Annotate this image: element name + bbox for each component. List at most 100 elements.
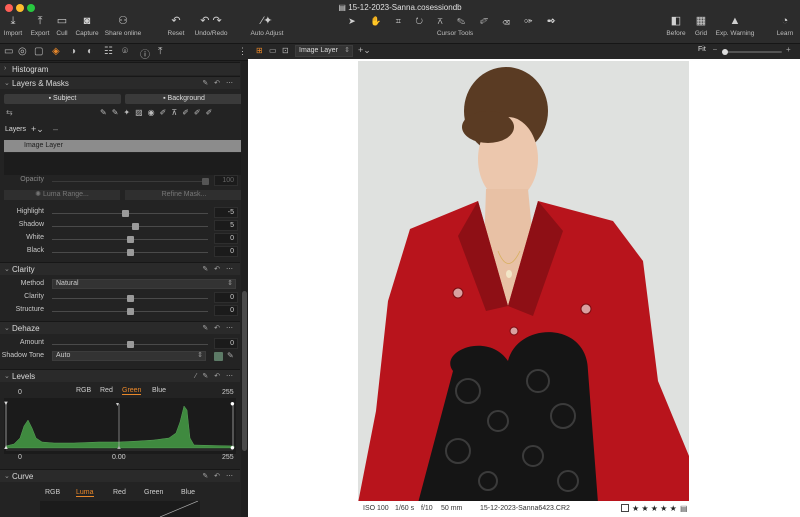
dehaze-amount-slider-knob[interactable] (127, 341, 134, 348)
add-layer-icon[interactable]: +⌄ (358, 45, 371, 56)
zoom-in-icon[interactable]: + (786, 45, 791, 54)
mask-subject-button[interactable]: ▪ Subject (4, 94, 121, 104)
reset-button[interactable]: ↶ Reset (165, 14, 187, 37)
cull-button[interactable]: ▭ Cull (54, 14, 70, 37)
remove-layer-button[interactable]: – (53, 124, 58, 134)
photo-preview[interactable] (358, 61, 689, 503)
color-tab-icon[interactable]: ◑ (70, 46, 76, 57)
shadow-tone-select[interactable]: Auto ⇕ (52, 351, 206, 361)
levels-channel-green[interactable]: Green (122, 387, 142, 395)
clarity-method-select[interactable]: Natural ⇕ (52, 279, 236, 289)
curve-channel-red[interactable]: Red (113, 489, 126, 496)
section-tools-icons[interactable]: ✎ ↶ ⋯ (202, 472, 235, 480)
structure-value[interactable]: 0 (214, 305, 238, 316)
before-button[interactable]: ◧ Before (664, 14, 688, 37)
panel-scrollbar[interactable] (241, 61, 248, 517)
dehaze-amount-slider[interactable] (52, 341, 208, 348)
grid-button[interactable]: ▦ Grid (692, 14, 710, 37)
curve-channel-rgb[interactable]: RGB (45, 489, 60, 496)
capture-button[interactable]: ◙ Capture (74, 14, 100, 37)
clarity-value[interactable]: 0 (214, 292, 238, 303)
output-tab-icon[interactable]: ⤒ (158, 46, 162, 57)
levels-output-high[interactable]: 255 (222, 454, 234, 461)
auto-adjust-button[interactable]: ⁄✦ Auto Adjust (249, 14, 285, 37)
levels-input-low-handle[interactable]: ▼ (3, 401, 9, 407)
capture-tab-icon[interactable]: ◎ (18, 46, 27, 57)
shadow-value[interactable]: 5 (214, 220, 238, 231)
section-tools-icons[interactable]: ✎ ↶ ⋯ (202, 324, 235, 332)
mask-background-button[interactable]: ▪ Background (125, 94, 243, 104)
levels-output-low-handle[interactable]: ▲ (3, 445, 9, 451)
levels-input-high-handle[interactable]: ● (230, 399, 235, 408)
section-tools-icons[interactable]: ✎ ↶ ⋯ (202, 265, 235, 273)
opacity-slider-knob[interactable] (201, 178, 209, 185)
levels-channel-rgb[interactable]: RGB (76, 387, 91, 394)
panel-scrollbar-thumb[interactable] (242, 291, 247, 451)
curve-section-header[interactable]: ⌄ Curve ✎ ↶ ⋯ (0, 469, 240, 482)
exposure-warning-button[interactable]: ▲ Exp. Warning (713, 14, 757, 37)
layers-tab-icon[interactable]: ◈ (52, 46, 60, 57)
clarity-slider[interactable] (52, 295, 208, 302)
levels-input-low[interactable]: 0 (18, 389, 22, 396)
luma-range-button[interactable]: ✺ Luma Range... (4, 190, 120, 200)
more-menu-icon[interactable]: ⋮ (238, 46, 247, 57)
select-checkbox[interactable] (621, 504, 629, 512)
highlight-slider-knob[interactable] (122, 210, 130, 217)
black-value[interactable]: 0 (214, 246, 238, 257)
histogram-section-header[interactable]: › Histogram (0, 62, 240, 75)
section-tools-icons[interactable]: ✎ ↶ ⋯ (202, 79, 235, 87)
dehaze-amount-value[interactable]: 0 (214, 338, 238, 349)
zoom-out-icon[interactable]: – (713, 46, 717, 53)
refine-mask-button[interactable]: Refine Mask... (125, 190, 243, 200)
curve-channel-blue[interactable]: Blue (181, 489, 195, 496)
clarity-slider-knob[interactable] (127, 295, 134, 302)
styles-tab-icon[interactable]: ☷ (104, 46, 113, 57)
black-slider[interactable] (52, 249, 208, 256)
white-value[interactable]: 0 (214, 233, 238, 244)
levels-midtone-value[interactable]: 0.00 (112, 454, 126, 461)
mask-tools-icons[interactable]: ✎✎✦▨◉✐⊼✐✐✐ (100, 108, 242, 118)
shadow-slider-knob[interactable] (131, 223, 139, 230)
structure-slider-knob[interactable] (127, 308, 134, 315)
star-rating[interactable]: ★ ★ ★ ★ ★ (632, 504, 677, 513)
levels-input-high[interactable]: 255 (222, 389, 234, 396)
opacity-value[interactable]: 100 (214, 175, 238, 186)
levels-midtone-top-handle[interactable]: ▾ (116, 401, 119, 408)
image-viewer[interactable]: ISO 100 1/60 s f/10 50 mm 15-12-2023-San… (248, 59, 800, 517)
library-tab-icon[interactable]: ▭ (4, 46, 13, 57)
zoom-slider-thumb[interactable] (722, 49, 728, 55)
opacity-slider[interactable] (52, 178, 209, 185)
levels-section-header[interactable]: ⌄ Levels ⁄ ✎ ↶ ⋯ (0, 369, 240, 382)
curve-graph[interactable] (40, 500, 200, 517)
section-tools-icons[interactable]: ⁄ ✎ ↶ ⋯ (195, 372, 235, 380)
levels-output-high-handle[interactable]: ● (230, 443, 235, 452)
levels-output-low[interactable]: 0 (18, 454, 22, 461)
structure-slider[interactable] (52, 308, 208, 315)
share-online-button[interactable]: ⚇ Share online (104, 14, 142, 37)
layers-masks-section-header[interactable]: ⌄ Layers & Masks ✎ ↶ ⋯ (0, 76, 240, 89)
black-slider-knob[interactable] (127, 249, 134, 256)
curve-channel-green[interactable]: Green (144, 489, 163, 496)
color-tag-icon[interactable]: ▤ (680, 504, 688, 513)
import-button[interactable]: ⤓ Import (3, 14, 23, 37)
add-layer-button[interactable]: +⌄ (31, 124, 44, 135)
clarity-section-header[interactable]: ⌄ Clarity ✎ ↶ ⋯ (0, 262, 240, 275)
dehaze-section-header[interactable]: ⌄ Dehaze ✎ ↶ ⋯ (0, 321, 240, 334)
lens-tab-icon[interactable]: ▢ (34, 46, 43, 57)
layer-select[interactable]: Image Layer ⇕ (295, 45, 353, 57)
layer-row-image-layer[interactable]: Image Layer (4, 140, 244, 152)
levels-histogram[interactable]: ▼ ▾ ● ▲ ▲ ● (3, 398, 236, 454)
cursor-tools-icons[interactable]: ➤ ✋ ⌗ ↻ ⊼ ✎ ✐ ⌫ ✑ ✒ (335, 14, 575, 28)
zoom-slider[interactable] (722, 49, 782, 55)
curve-channel-luma[interactable]: Luma (76, 489, 94, 497)
single-view-icon[interactable]: ▭ (269, 46, 277, 55)
highlight-value[interactable]: -5 (214, 207, 238, 218)
levels-midtone-handle[interactable]: ▲ (116, 445, 122, 451)
exposure-tab-icon[interactable]: ◐ (87, 46, 93, 57)
details-tab-icon[interactable]: ⌾ (122, 46, 128, 57)
white-slider[interactable] (52, 236, 208, 243)
learn-button[interactable]: ◔ Learn (775, 14, 795, 37)
multi-view-icon[interactable]: ⊞ (256, 46, 263, 55)
shadow-slider[interactable] (52, 223, 208, 230)
highlight-slider[interactable] (52, 210, 208, 217)
